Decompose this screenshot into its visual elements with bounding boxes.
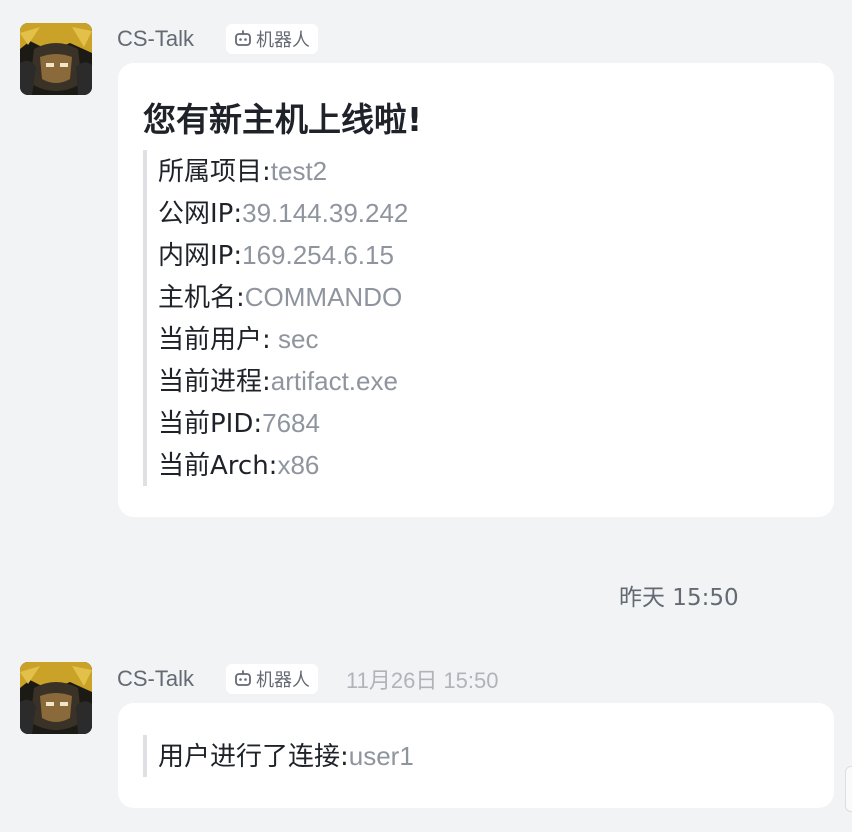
avatar-icon[interactable] [20, 23, 92, 95]
field-project: 所属项目:test2 [158, 150, 408, 192]
field-label: 内网IP: [158, 241, 243, 271]
message-bubble: 用户进行了连接:user1 [118, 703, 834, 808]
message-label: 用户进行了连接: [158, 742, 349, 772]
field-process: 当前进程:artifact.exe [158, 360, 408, 402]
field-value: 7684 [262, 408, 320, 438]
message-quote: 用户进行了连接:user1 [143, 735, 414, 777]
sender-name[interactable]: CS-Talk [117, 26, 194, 52]
sender-row: CS-Talk 机器人 [117, 23, 319, 55]
bot-badge-label: 机器人 [256, 30, 311, 51]
message-text: 用户进行了连接:user1 [158, 735, 414, 777]
field-pid: 当前PID:7684 [158, 402, 408, 444]
card-title: 您有新主机上线啦! [143, 100, 423, 139]
field-value: test2 [270, 156, 328, 186]
message-time: 11月26日 15:50 [346, 668, 499, 693]
card-fields: 所属项目:test2 公网IP:39.144.39.242 内网IP:169.2… [143, 150, 408, 486]
field-label: 当前用户: [158, 325, 271, 355]
sender-row: CS-Talk 机器人 11月26日 15:50 [117, 663, 499, 695]
bot-badge-label: 机器人 [256, 670, 311, 691]
robot-icon [233, 29, 253, 49]
message-card: 您有新主机上线啦! 所属项目:test2 公网IP:39.144.39.242 … [118, 63, 834, 517]
field-public-ip: 公网IP:39.144.39.242 [158, 192, 408, 234]
field-hostname: 主机名:COMMANDO [158, 276, 408, 318]
bot-badge: 机器人 [226, 24, 319, 54]
field-user: 当前用户: sec [158, 318, 408, 360]
avatar-icon[interactable] [20, 662, 92, 734]
field-label: 当前PID: [158, 409, 263, 439]
field-arch: 当前Arch:x86 [158, 444, 408, 486]
bot-badge: 机器人 [226, 664, 319, 694]
field-value: COMMANDO [244, 282, 403, 312]
field-label: 当前Arch: [158, 451, 278, 481]
time-divider: 昨天 15:50 [619, 585, 739, 611]
field-value: 169.254.6.15 [242, 240, 394, 270]
field-label: 公网IP: [158, 199, 243, 229]
message-value: user1 [348, 741, 414, 771]
sender-name[interactable]: CS-Talk [117, 666, 194, 692]
field-value: 39.144.39.242 [242, 198, 409, 228]
field-value: artifact.exe [270, 366, 398, 396]
field-label: 当前进程: [158, 367, 271, 397]
field-label: 所属项目: [158, 157, 271, 187]
field-value: x86 [277, 450, 320, 480]
scroll-handle[interactable] [845, 766, 852, 812]
field-label: 主机名: [158, 283, 245, 313]
field-private-ip: 内网IP:169.254.6.15 [158, 234, 408, 276]
robot-icon [233, 669, 253, 689]
field-value: sec [270, 324, 319, 354]
